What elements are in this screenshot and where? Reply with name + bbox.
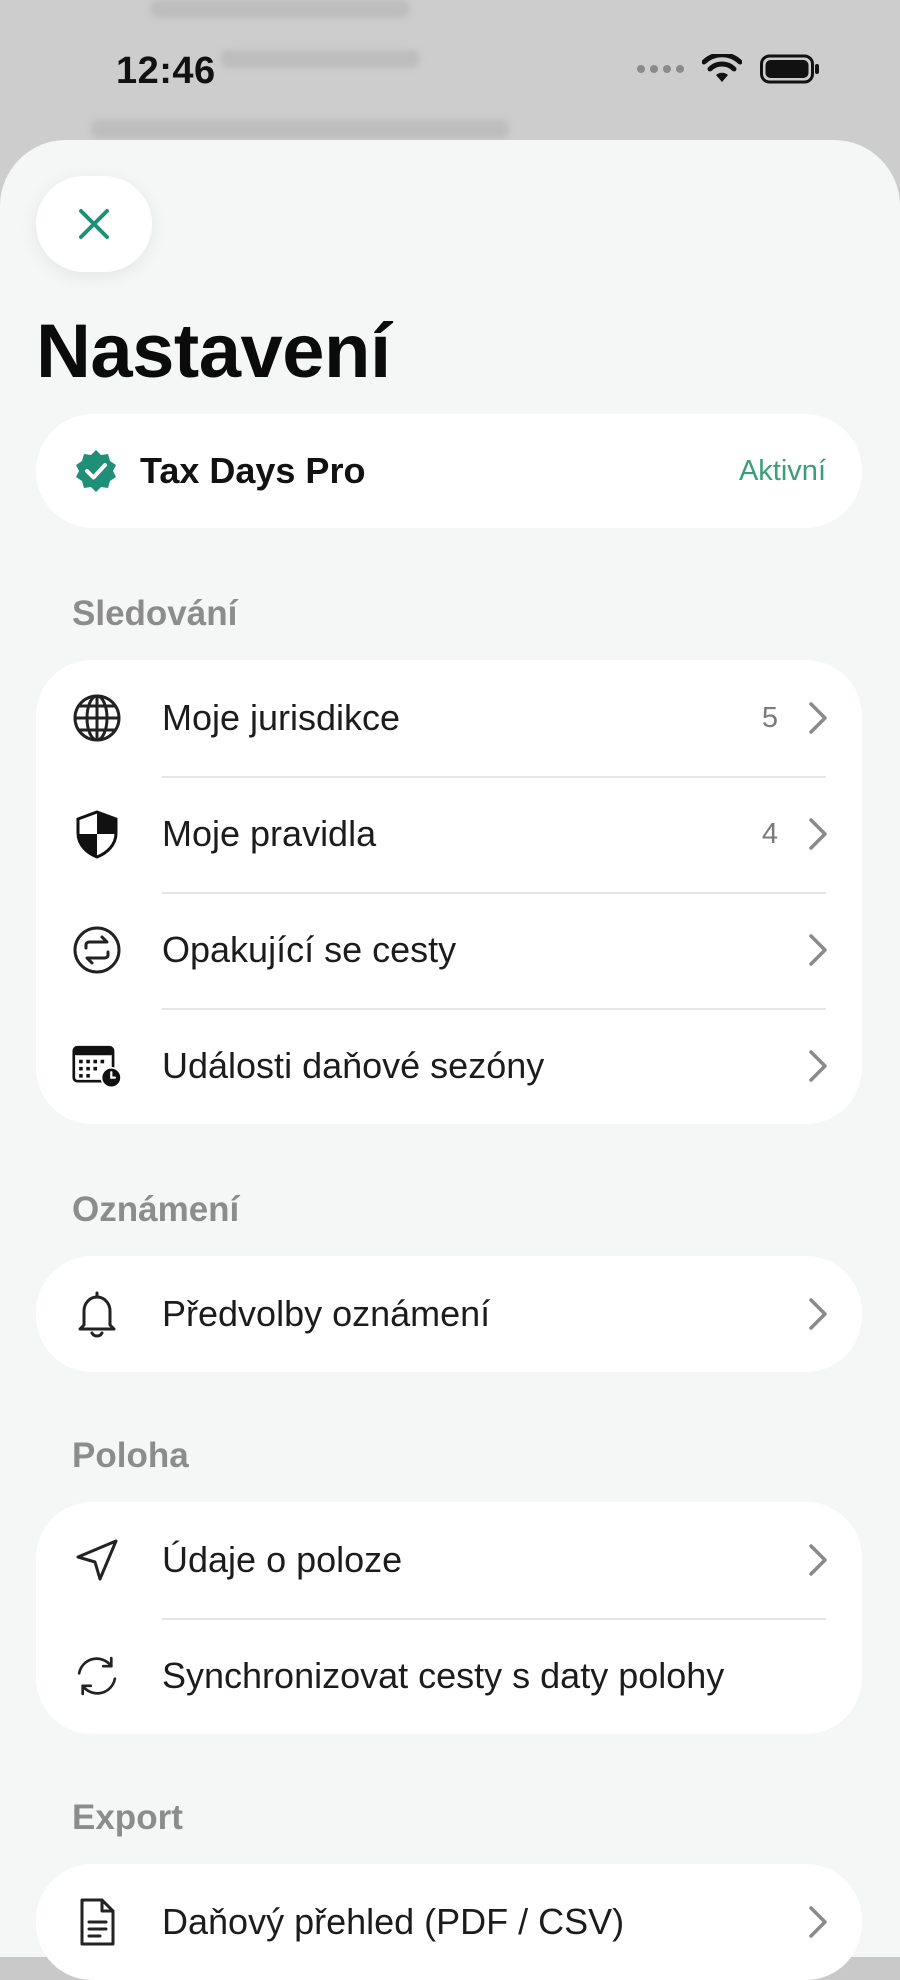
close-button[interactable] — [36, 176, 152, 272]
sync-icon — [72, 1651, 122, 1701]
page-title: Nastavení — [36, 309, 391, 394]
row-label: Moje pravidla — [162, 813, 377, 854]
repeat-icon — [72, 925, 122, 975]
row-tax-report[interactable]: Daňový přehled (PDF / CSV) — [36, 1864, 862, 1980]
chevron-right-icon — [809, 1544, 827, 1576]
row-label: Údaje o poloze — [162, 1539, 403, 1580]
settings-sheet: Nastavení Tax Days Pro Aktivní Sledování… — [0, 140, 900, 1980]
row-notification-preferences[interactable]: Předvolby oznámení — [36, 1256, 862, 1372]
status-time: 12:46 — [116, 50, 216, 92]
bell-icon — [72, 1289, 122, 1339]
row-label: Události daňové sezóny — [162, 1045, 545, 1086]
row-rules[interactable]: Moje pravidla 4 — [36, 776, 862, 892]
status-icons — [637, 54, 820, 84]
chevron-right-icon — [809, 1906, 827, 1938]
row-label: Moje jurisdikce — [162, 697, 401, 738]
row-location-data[interactable]: Údaje o poloze — [36, 1502, 862, 1618]
group-notifications: Předvolby oznámení — [36, 1256, 862, 1372]
row-sync-trips[interactable]: Synchronizovat cesty s daty polohy — [36, 1618, 862, 1734]
calendar-clock-icon — [72, 1041, 122, 1091]
section-header-location: Poloha — [72, 1436, 189, 1475]
chevron-right-icon — [809, 1298, 827, 1330]
chevron-right-icon — [809, 702, 827, 734]
document-icon — [72, 1897, 122, 1947]
section-header-notifications: Oznámení — [72, 1190, 240, 1229]
row-count: 5 — [761, 701, 778, 734]
status-bar: 12:46 — [0, 0, 900, 140]
group-location: Údaje o poloze Synchronizovat cesty s da… — [36, 1502, 862, 1734]
row-jurisdictions[interactable]: Moje jurisdikce 5 — [36, 660, 862, 776]
pro-plan-name: Tax Days Pro — [140, 450, 366, 491]
globe-icon — [72, 693, 122, 743]
close-icon — [79, 209, 109, 239]
row-tax-season-events[interactable]: Události daňové sezóny — [36, 1008, 862, 1124]
chevron-right-icon — [809, 818, 827, 850]
chevron-right-icon — [809, 1050, 827, 1082]
section-header-tracking: Sledování — [72, 594, 238, 633]
row-label: Předvolby oznámení — [162, 1293, 491, 1334]
row-label: Opakující se cesty — [162, 929, 457, 970]
row-label: Daňový přehled (PDF / CSV) — [162, 1901, 625, 1942]
shield-icon — [72, 809, 122, 859]
pro-subscription-card[interactable]: Tax Days Pro Aktivní — [36, 414, 862, 528]
location-arrow-icon — [72, 1535, 122, 1585]
chevron-right-icon — [809, 934, 827, 966]
verified-badge-icon — [76, 450, 116, 492]
wifi-icon — [702, 54, 742, 82]
row-label: Synchronizovat cesty s daty polohy — [162, 1655, 725, 1696]
cellular-signal-icon — [637, 65, 684, 73]
row-recurring-trips[interactable]: Opakující se cesty — [36, 892, 862, 1008]
section-header-export: Export — [72, 1798, 183, 1837]
group-tracking: Moje jurisdikce 5 Moje pravidla 4 Opakuj… — [36, 660, 862, 1124]
group-export: Daňový přehled (PDF / CSV) — [36, 1864, 862, 1980]
pro-status-label: Aktivní — [738, 454, 826, 487]
row-count: 4 — [761, 817, 778, 850]
battery-icon — [760, 54, 819, 84]
